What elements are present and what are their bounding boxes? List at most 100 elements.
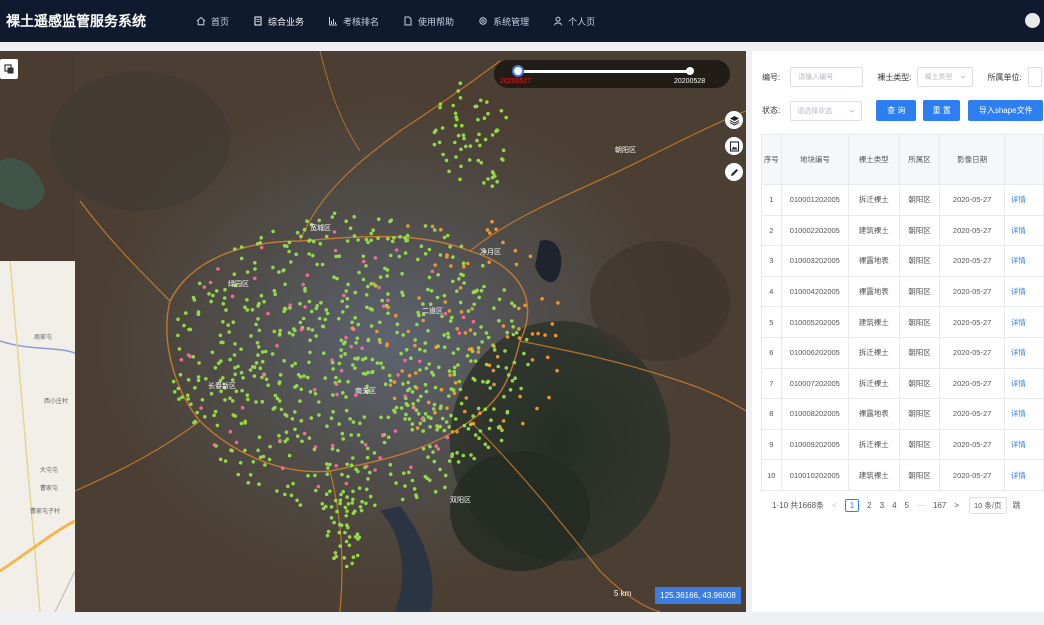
detection-point[interactable] <box>456 460 461 464</box>
detection-point[interactable] <box>492 407 496 411</box>
detection-point[interactable] <box>230 294 235 299</box>
detection-point[interactable] <box>385 274 390 278</box>
detection-point[interactable] <box>344 514 349 518</box>
detection-point[interactable] <box>431 407 436 411</box>
detection-point[interactable] <box>241 376 245 380</box>
detection-point[interactable] <box>362 415 367 419</box>
detection-point[interactable] <box>293 410 297 414</box>
detection-point[interactable] <box>255 341 260 345</box>
detection-point[interactable] <box>263 349 268 354</box>
detection-point[interactable] <box>196 378 201 383</box>
detection-point[interactable] <box>495 354 500 359</box>
detection-point[interactable] <box>298 399 302 403</box>
detection-point[interactable] <box>287 249 291 254</box>
detection-point[interactable] <box>423 341 428 345</box>
detection-point[interactable] <box>339 348 343 352</box>
detection-point[interactable] <box>197 361 201 365</box>
detection-point[interactable] <box>466 261 470 266</box>
page-button[interactable]: 3 <box>880 501 884 510</box>
detection-point[interactable] <box>456 363 460 367</box>
detection-point[interactable] <box>266 383 271 388</box>
detection-point[interactable] <box>372 451 377 455</box>
detection-point[interactable] <box>182 323 186 328</box>
detection-point[interactable] <box>287 240 292 245</box>
detection-point[interactable] <box>213 366 218 370</box>
detection-point[interactable] <box>186 397 190 401</box>
detection-point[interactable] <box>386 415 391 420</box>
detection-point[interactable] <box>400 497 405 502</box>
detection-point[interactable] <box>236 364 240 369</box>
detection-point[interactable] <box>349 433 354 437</box>
detection-point[interactable] <box>402 471 406 476</box>
detection-point[interactable] <box>472 302 477 307</box>
detection-point[interactable] <box>455 289 459 293</box>
detection-point[interactable] <box>315 262 320 267</box>
detection-point[interactable] <box>488 386 493 390</box>
detection-point[interactable] <box>328 489 332 494</box>
detection-point[interactable] <box>314 334 319 338</box>
detection-point[interactable] <box>337 422 342 426</box>
detection-point[interactable] <box>270 352 275 356</box>
detection-point[interactable] <box>426 287 430 292</box>
detection-point[interactable] <box>197 281 202 286</box>
detection-point[interactable] <box>499 438 504 443</box>
detection-point[interactable] <box>410 422 415 426</box>
detection-point[interactable] <box>260 350 265 354</box>
detection-point[interactable] <box>211 293 215 298</box>
detection-point[interactable] <box>426 455 430 459</box>
detection-point[interactable] <box>511 325 515 329</box>
detection-point[interactable] <box>526 362 530 367</box>
detection-point[interactable] <box>278 438 282 443</box>
detection-point[interactable] <box>303 305 307 309</box>
page-button[interactable]: 2 <box>867 501 871 510</box>
detection-point[interactable] <box>462 264 466 269</box>
detection-point[interactable] <box>449 387 454 391</box>
detection-point[interactable] <box>385 343 389 348</box>
detection-point[interactable] <box>442 345 447 350</box>
detection-point[interactable] <box>400 271 404 276</box>
detection-point[interactable] <box>457 379 462 384</box>
detection-point[interactable] <box>219 359 223 363</box>
detection-point[interactable] <box>243 305 247 310</box>
detection-point[interactable] <box>484 331 489 335</box>
detection-point[interactable] <box>482 181 486 185</box>
detection-point[interactable] <box>455 429 459 434</box>
detection-point[interactable] <box>481 263 485 268</box>
detection-point[interactable] <box>360 499 364 504</box>
detection-point[interactable] <box>470 307 475 311</box>
detection-point[interactable] <box>487 363 492 368</box>
detection-point[interactable] <box>338 522 342 527</box>
detection-point[interactable] <box>476 117 480 122</box>
detection-point[interactable] <box>348 226 353 231</box>
detection-point[interactable] <box>257 435 262 440</box>
detection-point[interactable] <box>376 217 381 221</box>
detection-point[interactable] <box>332 275 336 279</box>
detection-point[interactable] <box>308 350 312 355</box>
detection-point[interactable] <box>550 322 555 326</box>
detection-point[interactable] <box>448 245 452 249</box>
detection-point[interactable] <box>223 287 227 292</box>
detection-point[interactable] <box>260 399 265 404</box>
detail-link[interactable]: 详情 <box>1003 459 1044 491</box>
detection-point[interactable] <box>407 417 412 421</box>
detection-point[interactable] <box>443 485 447 490</box>
detection-point[interactable] <box>226 323 230 327</box>
detection-point[interactable] <box>268 444 272 449</box>
detection-point[interactable] <box>324 492 329 497</box>
detection-point[interactable] <box>414 493 418 497</box>
detection-point[interactable] <box>288 303 293 307</box>
detection-point[interactable] <box>530 358 535 362</box>
detection-point[interactable] <box>431 450 435 454</box>
detection-point[interactable] <box>266 311 270 316</box>
detection-point[interactable] <box>344 539 349 544</box>
detection-point[interactable] <box>423 382 428 387</box>
detection-point[interactable] <box>505 335 510 339</box>
detection-point[interactable] <box>275 396 280 401</box>
detection-point[interactable] <box>209 391 214 396</box>
detection-point[interactable] <box>283 492 287 497</box>
detection-point[interactable] <box>462 423 467 428</box>
layers-button[interactable] <box>725 111 743 129</box>
detection-point[interactable] <box>369 324 374 328</box>
detection-point[interactable] <box>317 400 321 404</box>
detection-point[interactable] <box>228 396 232 401</box>
